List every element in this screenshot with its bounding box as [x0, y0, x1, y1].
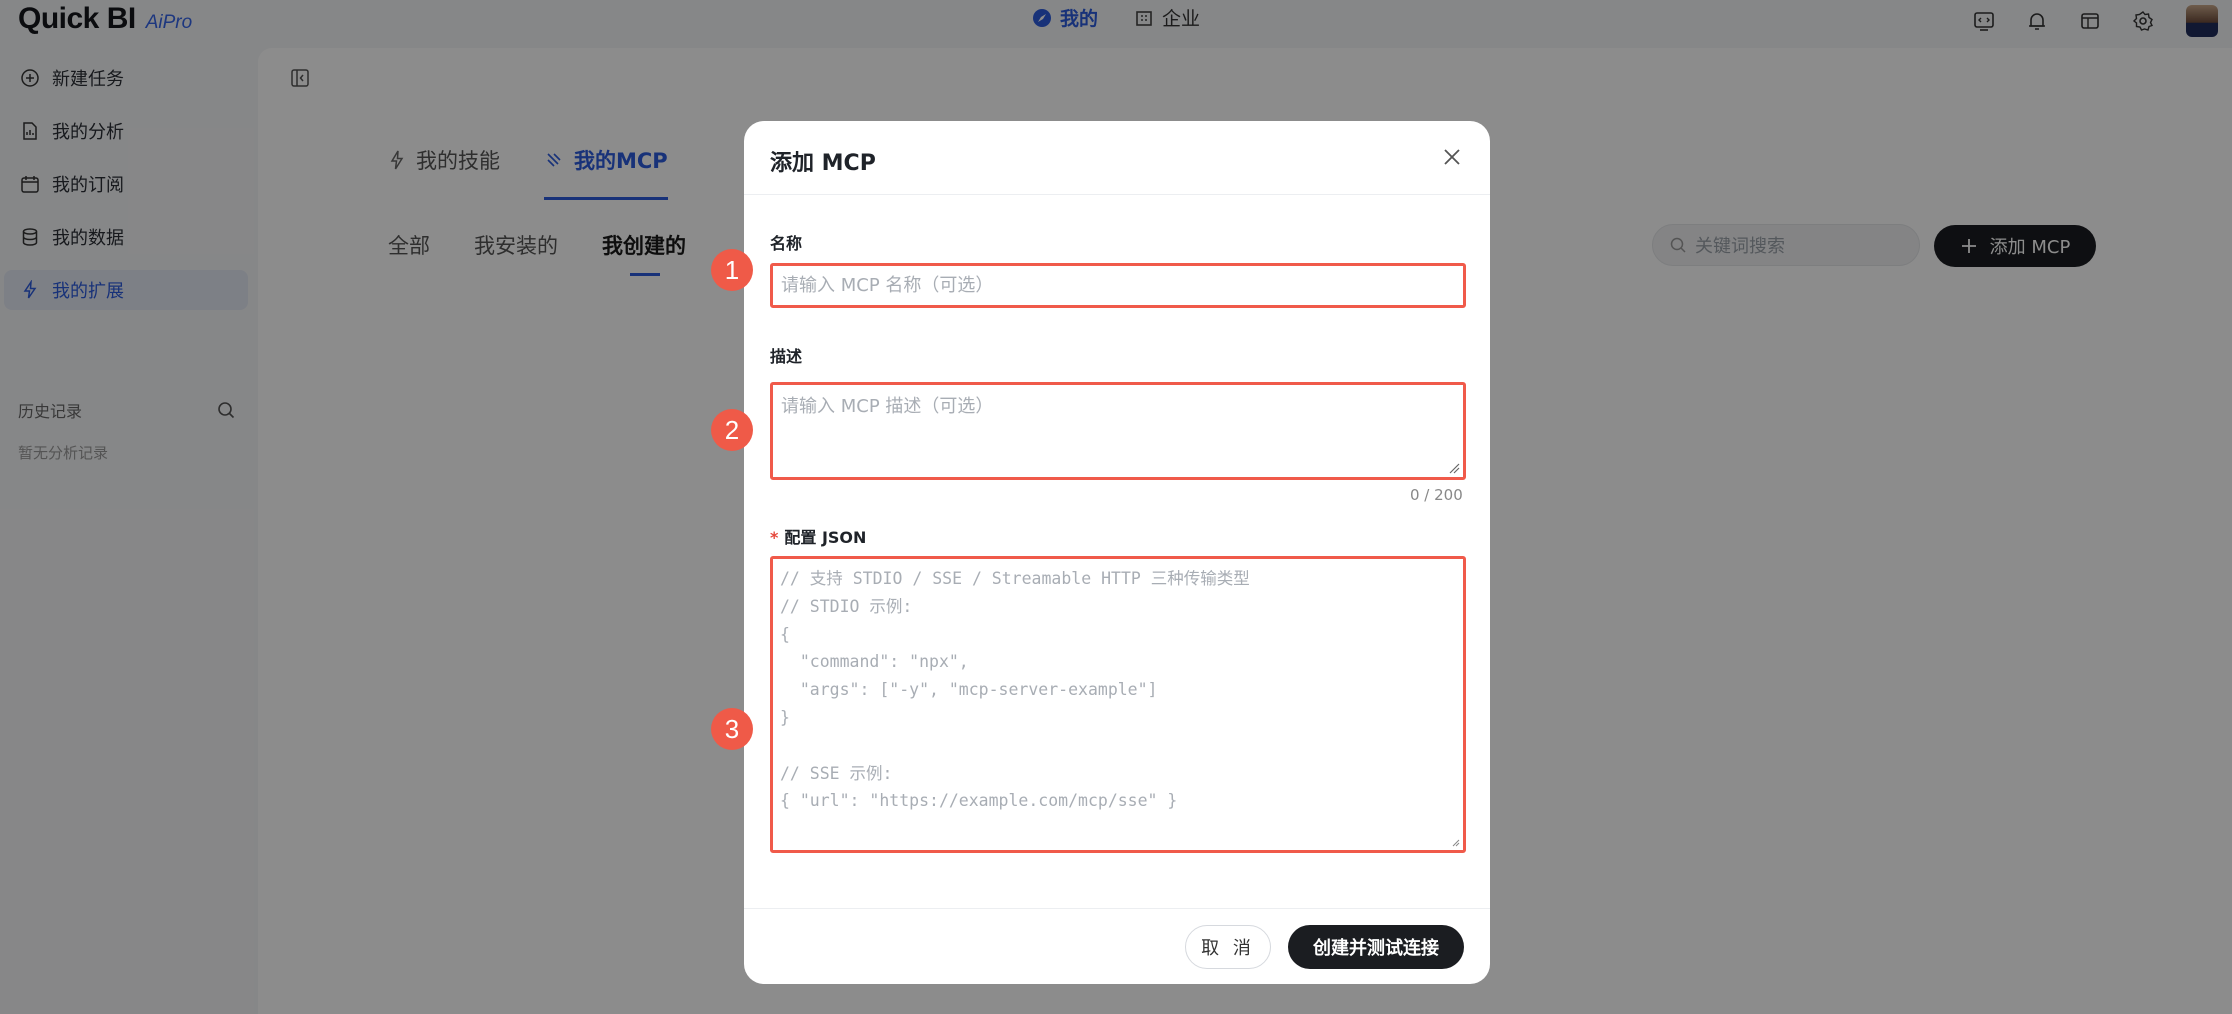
create-and-test-button[interactable]: 创建并测试连接 [1288, 925, 1464, 969]
annotation-marker-3: 3 [711, 708, 753, 750]
cancel-button[interactable]: 取 消 [1185, 925, 1271, 969]
description-field-highlight [770, 382, 1466, 480]
json-config-textarea[interactable] [773, 559, 1463, 850]
required-mark: * [770, 528, 779, 547]
description-textarea[interactable] [773, 385, 1463, 477]
name-label: 名称 [770, 234, 803, 253]
json-field-highlight [770, 556, 1466, 853]
json-label-text: 配置 JSON [784, 528, 867, 547]
add-mcp-dialog: 添加 MCP 名称 描述 0 / 200 * 配置 JSON 取 消 创建并测试连… [744, 121, 1490, 984]
annotation-marker-2: 2 [711, 409, 753, 451]
dialog-footer: 取 消 创建并测试连接 [744, 908, 1490, 984]
close-icon[interactable] [1442, 147, 1462, 167]
dialog-title: 添加 MCP [770, 151, 876, 176]
annotation-marker-1: 1 [711, 249, 753, 291]
description-counter: 0 / 200 [1410, 486, 1463, 504]
dialog-header: 添加 MCP [744, 121, 1490, 195]
description-label: 描述 [770, 347, 803, 366]
resize-handle-icon[interactable] [1448, 462, 1460, 474]
name-field-highlight [770, 263, 1466, 308]
resize-handle-icon[interactable] [1452, 839, 1460, 847]
json-label: * 配置 JSON [770, 524, 866, 548]
name-input[interactable] [773, 266, 1463, 305]
